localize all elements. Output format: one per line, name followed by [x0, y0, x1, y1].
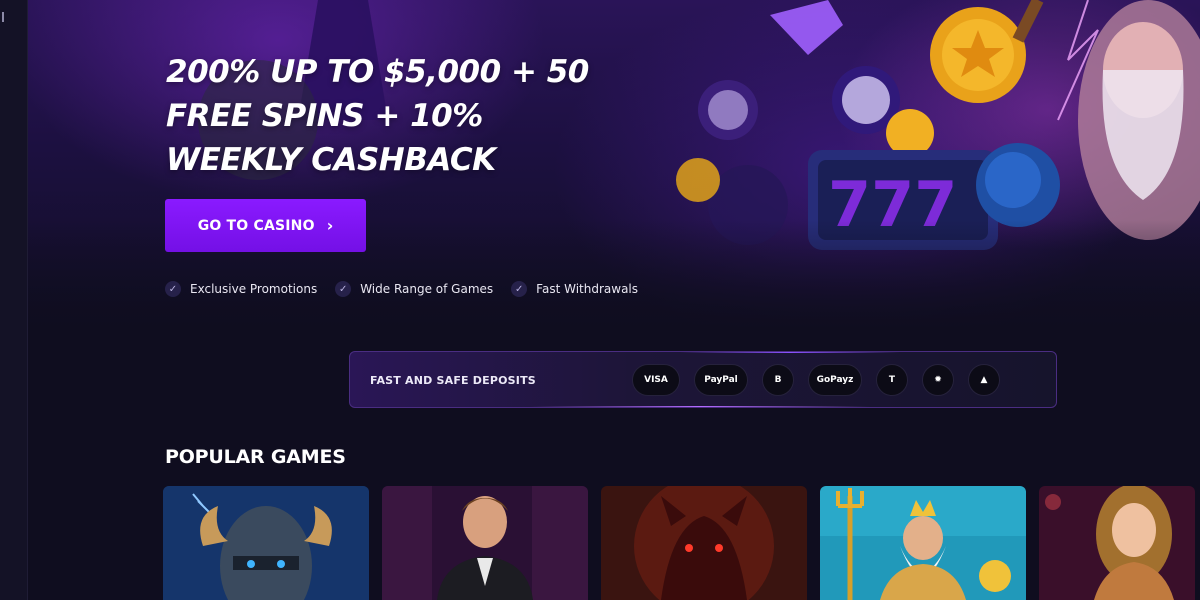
go-to-casino-label: GO TO CASINO	[197, 217, 315, 234]
go-to-casino-button[interactable]: GO TO CASINO ›	[165, 199, 366, 252]
payment-icons: VISA PayPal B GoPayz T ✹ ▲	[632, 364, 1000, 396]
game-tile-viking[interactable]	[163, 486, 369, 600]
left-sidebar	[0, 0, 28, 600]
check-icon: ✓	[511, 281, 528, 297]
feature-item: ✓ Wide Range of Games	[335, 281, 493, 297]
game-tile-wolf[interactable]	[601, 486, 807, 600]
poseidon-thumbnail	[820, 486, 1026, 600]
feature-label: Wide Range of Games	[360, 282, 494, 296]
check-icon: ✓	[335, 281, 352, 297]
tether-icon[interactable]: T	[876, 364, 908, 396]
feature-label: Exclusive Promotions	[190, 282, 318, 296]
crypto-sun-icon[interactable]: ✹	[922, 364, 954, 396]
check-icon: ✓	[165, 281, 181, 297]
deposit-methods-banner: FAST AND SAFE DEPOSITS VISA PayPal B GoP…	[349, 351, 1057, 408]
bitcoin-icon[interactable]: B	[762, 364, 794, 396]
feature-item: ✓ Fast Withdrawals	[511, 281, 638, 297]
feature-label: Fast Withdrawals	[536, 282, 639, 296]
deposits-label: FAST AND SAFE DEPOSITS	[370, 374, 536, 387]
headline-line-3: WEEKLY CASHBACK	[166, 142, 496, 178]
feature-list: ✓ Exclusive Promotions ✓ Wide Range of G…	[165, 281, 638, 297]
chevron-right-icon: ›	[326, 216, 334, 235]
paypal-icon[interactable]: PayPal	[694, 364, 748, 396]
headline-line-2: FREE SPINS + 10%	[166, 98, 483, 134]
game-tile-poseidon[interactable]	[820, 486, 1026, 600]
sidebar-toggle-icon[interactable]	[0, 12, 4, 22]
feature-item: ✓ Exclusive Promotions	[165, 281, 317, 297]
dealer-thumbnail	[382, 486, 588, 600]
glow-line	[530, 406, 870, 407]
hero-headline: 200% UP TO $5,000 + 50 FREE SPINS + 10% …	[166, 50, 606, 182]
game-tile-live-dealer[interactable]	[382, 486, 588, 600]
popular-games-title: POPULAR GAMES	[165, 446, 346, 468]
glow-line	[680, 352, 900, 353]
wolf-thumbnail	[601, 486, 807, 600]
tron-icon[interactable]: ▲	[968, 364, 1000, 396]
games-row	[163, 486, 1195, 600]
gopayz-icon[interactable]: GoPayz	[808, 364, 862, 396]
headline-line-1: 200% UP TO $5,000 + 50	[166, 54, 589, 90]
hostess-thumbnail	[1039, 486, 1195, 600]
viking-thumbnail	[163, 486, 369, 600]
visa-icon[interactable]: VISA	[632, 364, 680, 396]
game-tile-live-hostess[interactable]	[1039, 486, 1195, 600]
